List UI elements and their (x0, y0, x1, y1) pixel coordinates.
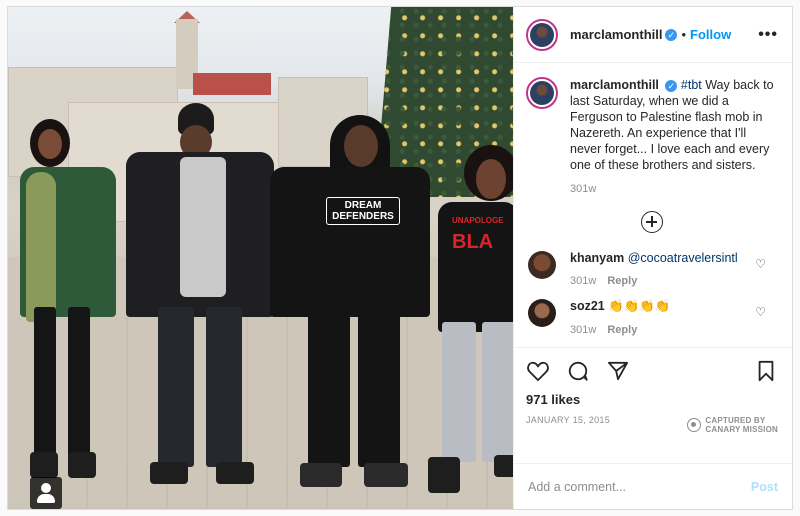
caption-body: Way back to last Saturday, when we did a… (570, 78, 774, 172)
author-avatar-image (530, 22, 554, 47)
person-3-leg-right (358, 307, 400, 467)
watermark-logo-icon (687, 418, 702, 432)
person-2-leg-left (158, 307, 194, 467)
person-4-leg-right (482, 322, 513, 462)
post-comment-button[interactable]: Post (751, 480, 778, 494)
post-actions: 971 likes JANUARY 15, 2015 CAPTURED BY CA… (514, 347, 792, 463)
caption-text: marclamonthill ✓ #tbt Way back to last S… (570, 77, 778, 173)
comment-2-age: 301w (570, 324, 597, 336)
watermark-text: CAPTURED BY CANARY MISSION (705, 416, 778, 434)
person-3-shoe-left (300, 463, 342, 487)
comment-input[interactable] (528, 479, 751, 494)
action-row (526, 358, 778, 384)
person-2-leg-right (206, 307, 242, 467)
verified-badge-icon: ✓ (665, 28, 678, 41)
post-modal: DREAM DEFENDERS UNAPOLOGE BLA marclamont… (7, 6, 793, 510)
share-send-icon[interactable] (606, 359, 630, 383)
person-1-face (38, 129, 62, 159)
person-4-boot-right (494, 455, 513, 477)
load-more-comments (526, 211, 778, 233)
comment-bubble-icon[interactable] (566, 359, 590, 383)
caption-avatar-image (530, 81, 554, 105)
comment-2-username[interactable]: soz21 (570, 299, 605, 313)
caption-age: 301w (570, 183, 597, 195)
comment-2-meta: 301w Reply (570, 324, 671, 336)
comment-2-body: soz21 👏👏👏👏 301w Reply (570, 299, 671, 336)
post-photo[interactable]: DREAM DEFENDERS UNAPOLOGE BLA (8, 7, 513, 509)
person-1-boot-right (68, 452, 96, 478)
comment-1-username[interactable]: khanyam (570, 251, 624, 265)
comment-1: khanyam @cocoatravelersintl 301w Reply ♡ (526, 251, 778, 287)
user-icon-head (41, 483, 51, 493)
comment-1-mention[interactable]: @cocoatravelersintl (628, 251, 738, 265)
person-1-leg-right (68, 307, 90, 457)
bookmark-icon[interactable] (754, 359, 778, 383)
post-side-panel: marclamonthill ✓ • Follow ••• marclamont… (513, 7, 792, 509)
person-4-boot-left (428, 457, 460, 493)
banner-sign (193, 73, 271, 95)
hoodie-print: DREAM DEFENDERS (326, 197, 400, 225)
caption: marclamonthill ✓ #tbt Way back to last S… (526, 77, 778, 173)
caption-avatar[interactable] (526, 77, 558, 109)
comment-2-avatar[interactable] (528, 299, 556, 327)
author-avatar[interactable] (526, 18, 558, 51)
comment-2-reply-button[interactable]: Reply (607, 324, 637, 336)
comment-2: soz21 👏👏👏👏 301w Reply ♡ (526, 299, 778, 336)
person-1-scarf (26, 172, 56, 322)
more-options-icon[interactable]: ••• (758, 26, 778, 44)
hoodie-line-1: DREAM (344, 200, 382, 211)
person-4-leg-left (442, 322, 476, 462)
person-3-leg-left (308, 307, 350, 467)
person-2-shoe-left (150, 462, 188, 484)
comment-1-like-heart-icon[interactable]: ♡ (755, 257, 766, 271)
add-comment-bar: Post (514, 463, 792, 509)
load-more-comments-icon[interactable] (641, 211, 663, 233)
tagged-users-button[interactable] (30, 477, 62, 509)
comment-2-like-heart-icon[interactable]: ♡ (755, 305, 766, 319)
caption-hashtag[interactable]: #tbt (681, 78, 702, 92)
hoodie-line-2: DEFENDERS (332, 211, 394, 222)
author-username[interactable]: marclamonthill (570, 27, 662, 42)
canary-mission-watermark: CAPTURED BY CANARY MISSION (687, 416, 778, 434)
person-1-boot-left (30, 452, 58, 478)
caption-username[interactable]: marclamonthill (570, 78, 659, 92)
person-2-shoe-right (216, 462, 254, 484)
user-icon-body (37, 494, 55, 503)
comment-1-reply-button[interactable]: Reply (607, 275, 637, 287)
comment-2-text: 👏👏👏👏 (608, 299, 671, 313)
shirt-print-small: UNAPOLOGE (452, 216, 504, 225)
person-4-face (476, 159, 506, 199)
caption-verified-badge-icon: ✓ (665, 79, 678, 92)
person-1-leg-left (34, 307, 56, 457)
like-heart-icon[interactable] (526, 359, 550, 383)
follow-button[interactable]: Follow (690, 27, 731, 42)
header-separator: • (681, 27, 687, 42)
person-3-face (344, 125, 378, 167)
comment-1-meta: 301w Reply (570, 275, 738, 287)
like-count[interactable]: 971 likes (526, 392, 778, 407)
comment-1-avatar[interactable] (528, 251, 556, 279)
post-header: marclamonthill ✓ • Follow ••• (514, 7, 792, 63)
person-3-shoe-right (364, 463, 408, 487)
comment-1-age: 301w (570, 275, 597, 287)
person-3-hoodie (270, 167, 430, 317)
comment-1-body: khanyam @cocoatravelersintl 301w Reply (570, 251, 738, 287)
comments-scroll-area[interactable]: marclamonthill ✓ #tbt Way back to last S… (514, 63, 792, 347)
person-2-hoodie (180, 157, 226, 297)
shirt-print-large: BLA (452, 231, 494, 253)
